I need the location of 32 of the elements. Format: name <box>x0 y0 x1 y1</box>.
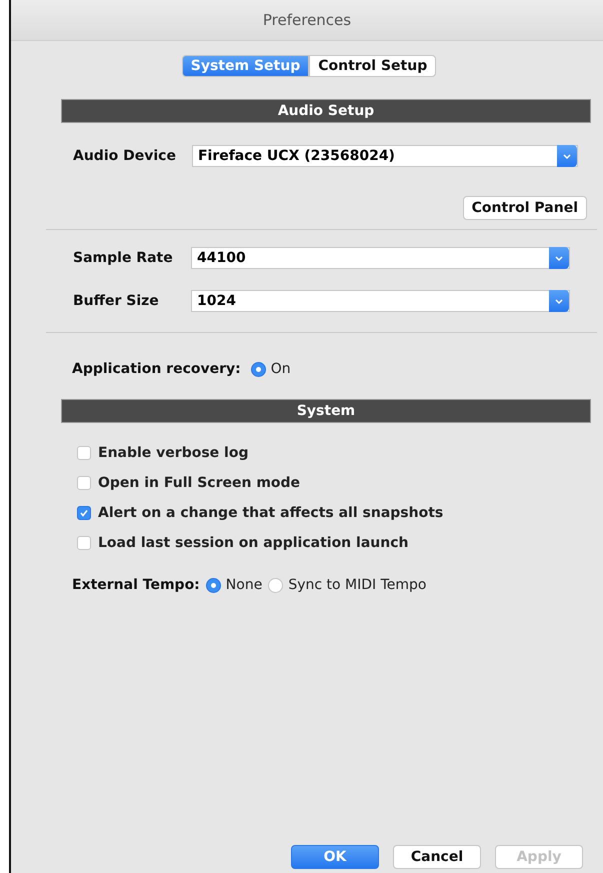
dropdown[interactable]: Fireface UCX (23568024) <box>192 145 578 167</box>
checkbox-label: Alert on a change that affects all snapshots <box>98 505 444 521</box>
section-title: System <box>296 403 356 419</box>
checkbox-label: Enable verbose log <box>98 445 248 461</box>
dropdown[interactable]: 1024 <box>191 290 570 312</box>
checkmark-icon <box>79 508 89 518</box>
dialog-button[interactable]: Cancel <box>393 845 481 869</box>
field-label: External Tempo: <box>72 577 200 593</box>
radio-button[interactable] <box>250 362 266 376</box>
control-panel-button[interactable]: Control Panel <box>462 196 587 220</box>
field-label: Audio Device <box>73 148 176 164</box>
checkbox-label: Open in Full Screen mode <box>98 475 300 491</box>
radio-button[interactable] <box>206 578 221 592</box>
section-title: Audio Setup <box>278 103 374 119</box>
checkbox[interactable] <box>77 476 91 490</box>
checkbox-label: Load last session on application launch <box>98 535 408 551</box>
field-label: Buffer Size <box>73 293 160 309</box>
field-label: Application recovery: <box>72 361 241 377</box>
radio-label: On <box>270 361 291 377</box>
tab[interactable]: Control Setup <box>309 55 436 77</box>
checkbox[interactable] <box>77 446 91 460</box>
checkbox[interactable] <box>77 536 91 550</box>
chevron-down-icon <box>549 247 569 269</box>
radio-button[interactable] <box>268 578 284 592</box>
field-label: Sample Rate <box>73 250 174 266</box>
chevron-down-icon <box>557 145 577 167</box>
radio-label: Sync to MIDI Tempo <box>288 577 426 593</box>
chevron-down-icon <box>549 290 569 312</box>
window-title: Preferences <box>262 11 352 29</box>
checkbox[interactable] <box>77 506 91 520</box>
dropdown[interactable]: 44100 <box>191 247 570 269</box>
radio-label: None <box>226 577 262 593</box>
